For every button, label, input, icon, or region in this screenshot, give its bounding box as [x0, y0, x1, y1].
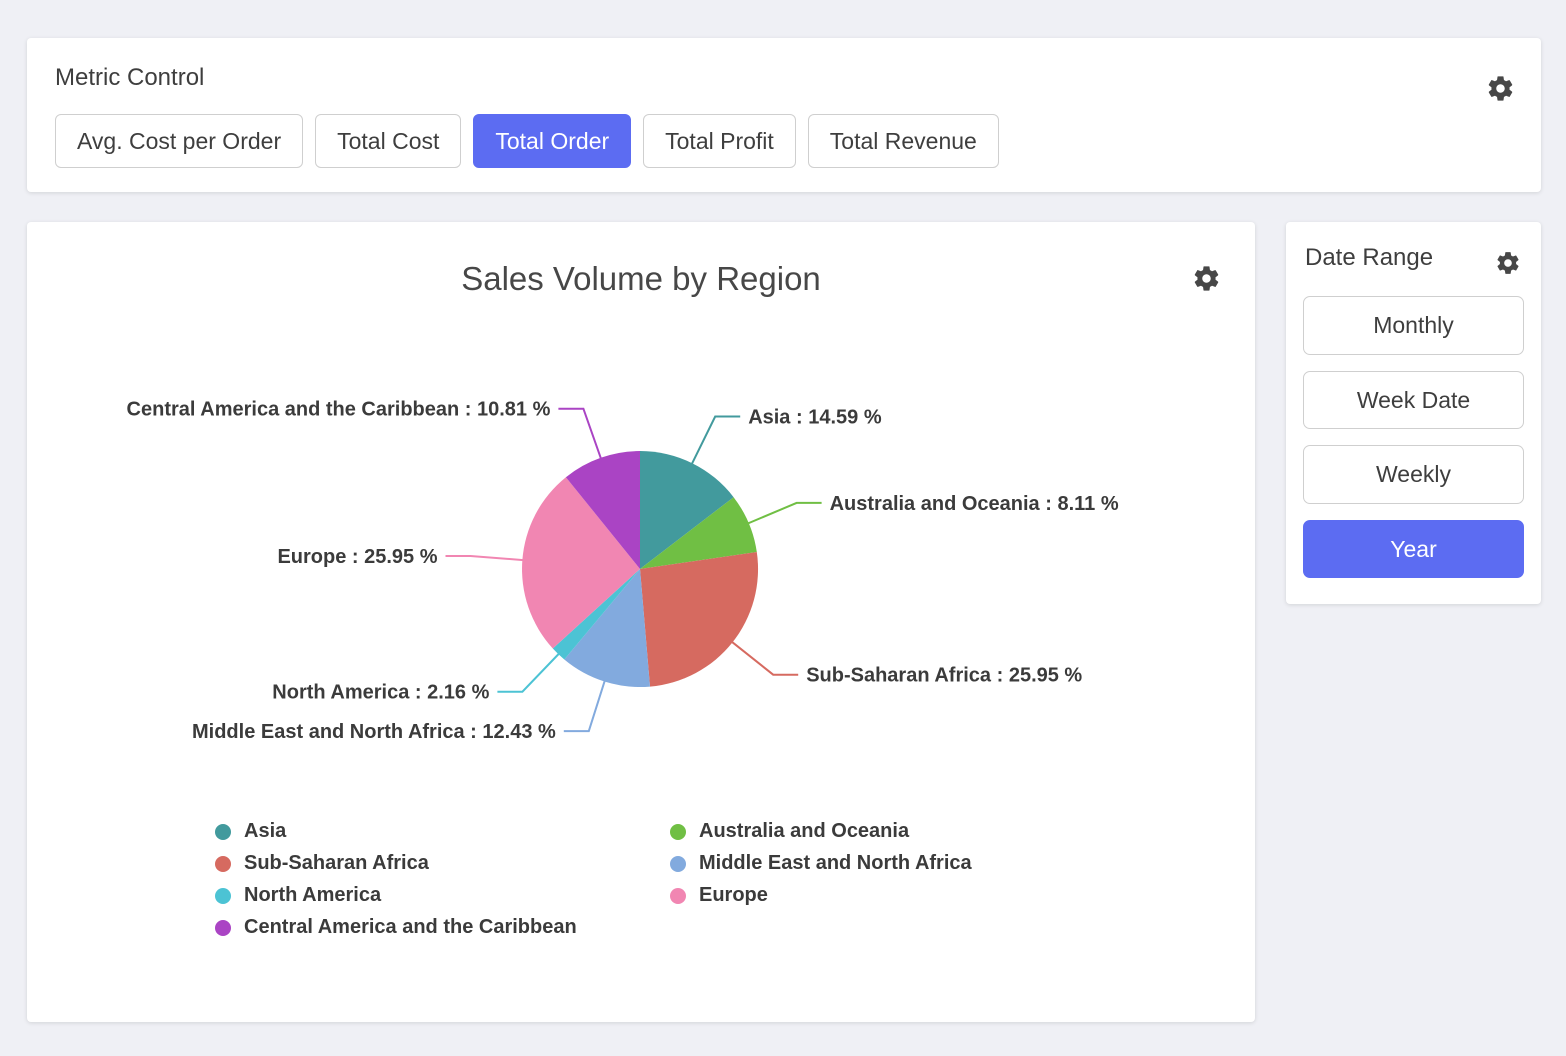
gear-icon [1486, 74, 1515, 103]
legend-label: Sub-Saharan Africa [244, 852, 429, 875]
legend-color-dot [215, 920, 231, 936]
metric-button-total-order[interactable]: Total Order [473, 114, 631, 168]
legend-item[interactable]: Sub-Saharan Africa [215, 852, 670, 875]
legend-label: Europe [699, 884, 768, 907]
sales-volume-chart-card: Sales Volume by Region Asia : 14.59 % Aus… [27, 222, 1255, 1022]
pie-slice-sub-saharan-africa[interactable] [640, 552, 758, 687]
metric-button-total-revenue[interactable]: Total Revenue [808, 114, 999, 168]
date-range-button-weekly[interactable]: Weekly [1303, 445, 1524, 503]
pie-slice-label: Australia and Oceania : 8.11 % [830, 493, 1119, 515]
date-range-button-year[interactable]: Year [1303, 520, 1524, 578]
legend-label: Asia [244, 820, 286, 843]
legend-label: North America [244, 884, 381, 907]
legend-color-dot [215, 888, 231, 904]
chart-settings-button[interactable] [1192, 264, 1221, 293]
legend-item[interactable]: North America [215, 884, 670, 907]
pie-slice-label: Central America and the Caribbean : 10.8… [127, 399, 551, 421]
pie-label-line [497, 654, 559, 692]
legend-color-dot [215, 824, 231, 840]
gear-icon [1495, 250, 1521, 276]
legend-label: Middle East and North Africa [699, 852, 972, 875]
metric-control-title: Metric Control [55, 64, 1513, 92]
metric-button-avg-cost-per-order[interactable]: Avg. Cost per Order [55, 114, 303, 168]
legend-item[interactable]: Australia and Oceania [670, 820, 1255, 843]
metric-buttons-group: Avg. Cost per Order Total Cost Total Ord… [55, 114, 1513, 168]
pie-label-line [564, 681, 605, 732]
legend-item[interactable]: Europe [670, 884, 1255, 907]
legend-color-dot [215, 856, 231, 872]
pie-label-line [732, 642, 799, 675]
legend-label: Australia and Oceania [699, 820, 909, 843]
date-range-settings-button[interactable] [1495, 250, 1521, 276]
legend-item[interactable]: Central America and the Caribbean [215, 916, 670, 939]
metric-settings-button[interactable] [1486, 74, 1515, 103]
pie-slice-label: Sub-Saharan Africa : 25.95 % [806, 665, 1082, 687]
pie-slice-label: Middle East and North Africa : 12.43 % [192, 722, 556, 744]
dashboard-page: Metric Control Avg. Cost per Order Total… [0, 0, 1566, 1022]
legend-label: Central America and the Caribbean [244, 916, 577, 939]
pie-slice-label: North America : 2.16 % [272, 682, 489, 704]
metric-control-card: Metric Control Avg. Cost per Order Total… [27, 38, 1541, 192]
metric-button-total-profit[interactable]: Total Profit [643, 114, 796, 168]
legend-item[interactable]: Asia [215, 820, 670, 843]
pie-label-line [748, 503, 822, 524]
chart-title: Sales Volume by Region [27, 260, 1255, 298]
date-range-card: Date Range Monthly Week Date Weekly Year [1286, 222, 1541, 604]
chart-legend: Asia Australia and Oceania Sub-Saharan Afr… [27, 820, 1255, 939]
legend-item[interactable]: Middle East and North Africa [670, 852, 1255, 875]
pie-chart: Asia : 14.59 % Australia and Oceania : 8.… [27, 314, 1255, 814]
legend-color-dot [670, 888, 686, 904]
pie-label-line [692, 417, 740, 465]
date-range-title: Date Range [1303, 244, 1524, 272]
legend-color-dot [670, 856, 686, 872]
pie-slice-label: Asia : 14.59 % [748, 407, 882, 429]
pie-label-line [558, 409, 601, 459]
date-range-buttons-group: Monthly Week Date Weekly Year [1303, 296, 1524, 578]
gear-icon [1192, 264, 1221, 293]
metric-button-total-cost[interactable]: Total Cost [315, 114, 461, 168]
date-range-button-week-date[interactable]: Week Date [1303, 371, 1524, 429]
pie-label-line [446, 556, 524, 560]
content-row: Sales Volume by Region Asia : 14.59 % Aus… [27, 222, 1541, 1022]
date-range-button-monthly[interactable]: Monthly [1303, 296, 1524, 354]
legend-color-dot [670, 824, 686, 840]
pie-slice-label: Europe : 25.95 % [277, 546, 437, 568]
